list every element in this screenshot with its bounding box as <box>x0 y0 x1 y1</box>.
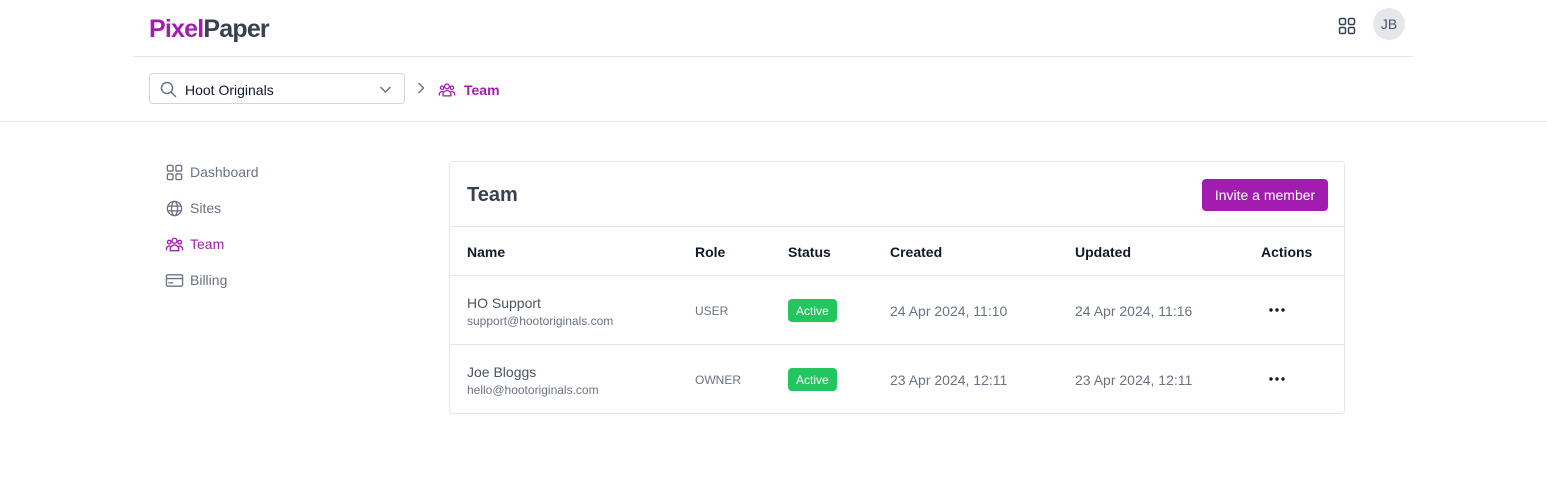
card-header: Team Invite a member <box>450 162 1344 227</box>
sidebar: Dashboard Sites Team Billing <box>165 154 365 298</box>
apps-grid-icon[interactable] <box>1338 17 1356 35</box>
sidebar-item-billing[interactable]: Billing <box>165 262 365 298</box>
column-header-status: Status <box>788 244 831 260</box>
more-actions-icon[interactable] <box>1267 371 1287 387</box>
column-header-actions: Actions <box>1261 244 1313 260</box>
card-title: Team <box>467 184 518 206</box>
sidebar-item-label: Sites <box>190 200 222 216</box>
team-card: Team Invite a member Name Role Status Cr… <box>449 161 1345 414</box>
dashboard-icon <box>166 164 183 180</box>
table-row: Joe Bloggs hello@hootoriginals.com OWNER… <box>450 345 1344 414</box>
search-icon <box>160 81 177 98</box>
chevron-right-icon <box>418 82 425 94</box>
breadcrumb-label: Team <box>464 82 500 98</box>
sidebar-item-dashboard[interactable]: Dashboard <box>165 154 365 190</box>
table-header: Name Role Status Created Updated Actions <box>450 227 1344 276</box>
member-role: OWNER <box>695 373 741 387</box>
status-badge: Active <box>788 299 837 322</box>
sidebar-item-team[interactable]: Team <box>165 226 365 262</box>
team-icon <box>165 237 184 251</box>
member-role: USER <box>695 304 729 318</box>
breadcrumb-current[interactable]: Team <box>438 81 500 99</box>
created-date: 23 Apr 2024, 12:11 <box>890 372 1008 388</box>
context-bar: Hoot Originals Team <box>0 57 1547 122</box>
updated-date: 24 Apr 2024, 11:16 <box>1075 303 1193 319</box>
table-row: HO Support support@hootoriginals.com USE… <box>450 276 1344 345</box>
sidebar-item-label: Billing <box>190 272 228 288</box>
sidebar-item-label: Team <box>190 236 225 252</box>
sidebar-item-label: Dashboard <box>190 164 259 180</box>
column-header-created: Created <box>890 244 943 260</box>
invite-member-button[interactable]: Invite a member <box>1202 179 1328 211</box>
column-header-name: Name <box>467 244 506 260</box>
globe-icon <box>166 200 183 216</box>
updated-date: 23 Apr 2024, 12:11 <box>1075 372 1193 388</box>
column-header-role: Role <box>695 244 726 260</box>
user-avatar[interactable]: JB <box>1373 8 1405 40</box>
member-email: support@hootoriginals.com <box>467 314 614 328</box>
member-name: HO Support <box>467 295 541 311</box>
column-header-updated: Updated <box>1075 244 1131 260</box>
more-actions-icon[interactable] <box>1267 302 1287 318</box>
sidebar-item-sites[interactable]: Sites <box>165 190 365 226</box>
brand-logo[interactable]: PixelPaper <box>149 14 270 44</box>
organization-selector-value: Hoot Originals <box>185 82 274 98</box>
team-icon <box>438 83 456 97</box>
brand-logo-part1: Pixel <box>149 15 204 43</box>
organization-selector[interactable]: Hoot Originals <box>149 73 405 104</box>
status-badge: Active <box>788 368 837 391</box>
created-date: 24 Apr 2024, 11:10 <box>890 303 1008 319</box>
chevron-down-icon <box>380 86 391 93</box>
member-email: hello@hootoriginals.com <box>467 383 599 397</box>
brand-logo-part2: Paper <box>203 15 269 43</box>
top-bar: PixelPaper JB <box>133 0 1413 57</box>
credit-card-icon <box>165 273 184 287</box>
member-name: Joe Bloggs <box>467 364 537 380</box>
